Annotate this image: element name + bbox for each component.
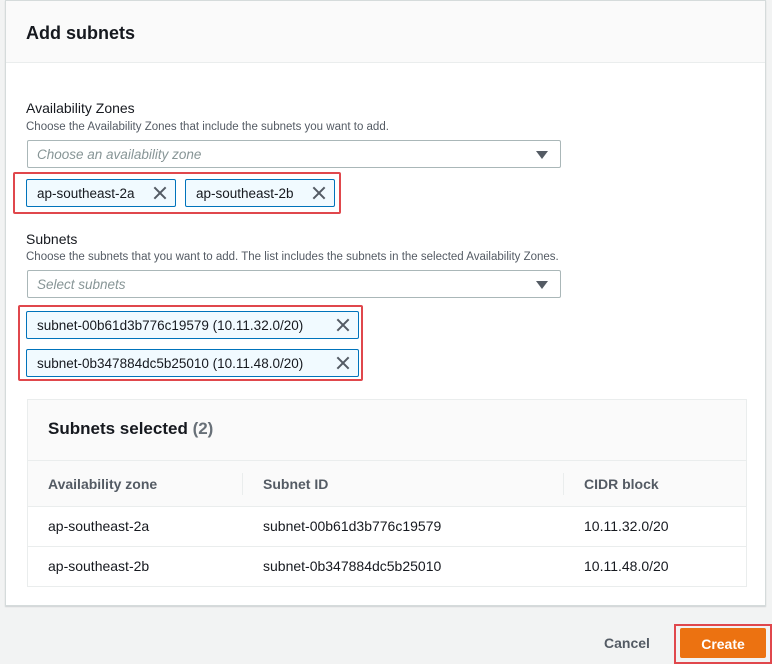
panel-header: Add subnets [6,1,765,63]
subnets-label: Subnets [26,231,78,247]
availability-zones-description: Choose the Availability Zones that inclu… [26,121,389,133]
subnets-selected-table: Subnets selected (2) Availability zone S… [27,399,747,587]
close-icon[interactable] [336,356,350,370]
cell-cidr-block: 10.11.48.0/20 [584,558,669,574]
column-divider [242,473,243,495]
create-button[interactable]: Create [680,628,766,658]
caret-down-icon [536,281,548,289]
subnet-token-label: subnet-0b347884dc5b25010 (10.11.48.0/20) [37,356,304,371]
availability-zone-select[interactable]: Choose an availability zone [27,140,561,168]
cell-availability-zone: ap-southeast-2b [48,558,150,574]
add-subnets-panel: Add subnets Availability Zones Choose th… [5,0,766,606]
table-title: Subnets selected (2) [48,419,213,439]
subnets-description: Choose the subnets that you want to add.… [26,251,559,263]
column-divider [563,473,564,495]
availability-zone-placeholder: Choose an availability zone [37,147,202,162]
subnet-token: subnet-00b61d3b776c19579 (10.11.32.0/20) [26,311,359,339]
cell-subnet-id: subnet-0b347884dc5b25010 [263,558,442,574]
column-header-subnet-id: Subnet ID [263,476,329,492]
column-header-cidr-block: CIDR block [584,476,659,492]
subnet-token: subnet-0b347884dc5b25010 (10.11.48.0/20) [26,349,359,377]
column-header-availability-zone: Availability zone [48,476,158,492]
cell-subnet-id: subnet-00b61d3b776c19579 [263,518,442,534]
close-icon[interactable] [153,186,167,200]
table-row: ap-southeast-2a subnet-00b61d3b776c19579… [28,507,746,547]
cell-cidr-block: 10.11.32.0/20 [584,518,669,534]
az-token-label: ap-southeast-2a [37,186,135,201]
cell-availability-zone: ap-southeast-2a [48,518,150,534]
table-column-header-row: Availability zone Subnet ID CIDR block [28,460,746,507]
az-token: ap-southeast-2b [185,179,335,207]
close-icon[interactable] [312,186,326,200]
table-header: Subnets selected (2) [28,400,746,460]
az-token-label: ap-southeast-2b [196,186,294,201]
table-count: (2) [192,419,214,438]
az-token: ap-southeast-2a [26,179,176,207]
availability-zones-label: Availability Zones [26,100,135,116]
table-title-text: Subnets selected [48,419,188,438]
table-row: ap-southeast-2b subnet-0b347884dc5b25010… [28,547,746,587]
subnets-placeholder: Select subnets [37,277,126,292]
cancel-button[interactable]: Cancel [592,628,662,656]
panel-title: Add subnets [26,23,136,43]
close-icon[interactable] [336,318,350,332]
caret-down-icon [536,151,548,159]
subnet-token-label: subnet-00b61d3b776c19579 (10.11.32.0/20) [37,318,304,333]
subnets-select[interactable]: Select subnets [27,270,561,298]
